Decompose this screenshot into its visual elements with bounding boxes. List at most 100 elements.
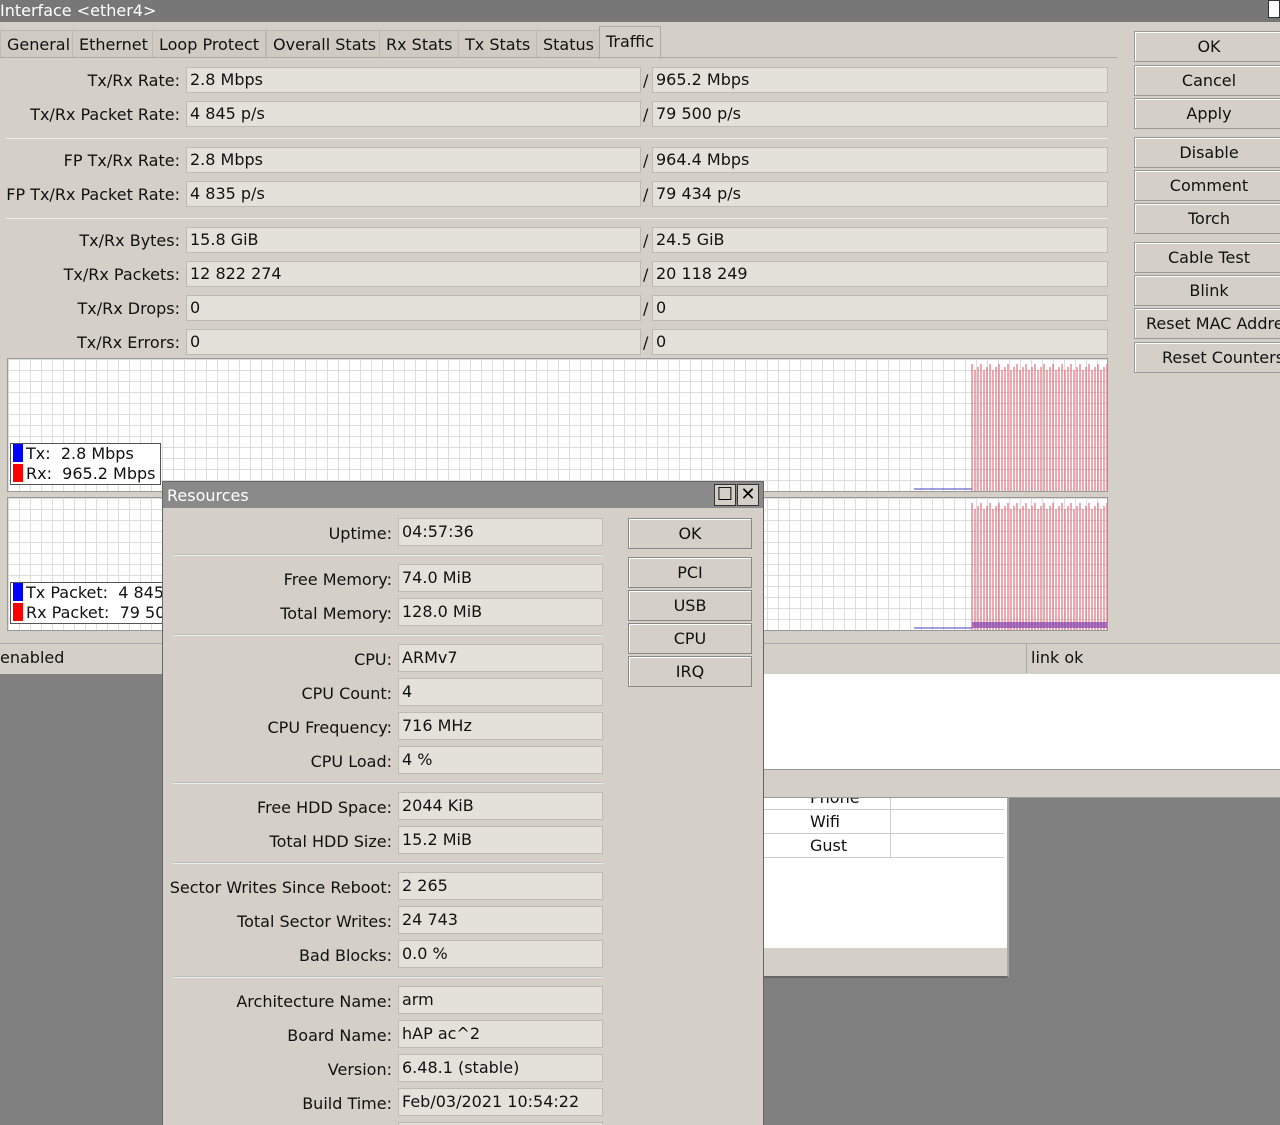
free-memory-field[interactable]: 74.0 MiB — [398, 564, 603, 592]
cpu-load-field[interactable]: 4 % — [398, 746, 603, 774]
irq-button[interactable]: IRQ — [628, 656, 752, 687]
interface-window-titlebar[interactable]: Interface <ether4> — [0, 0, 1280, 22]
tx-errors-field[interactable]: 0 — [186, 329, 641, 355]
traffic-rate-graph: Tx: 2.8 Mbps Rx: 965.2 Mbps — [7, 358, 1108, 492]
cpu-count-label: CPU Count: — [301, 684, 392, 703]
total-memory-field[interactable]: 128.0 MiB — [398, 598, 603, 626]
legend-tx-row: Tx: 2.8 Mbps — [11, 444, 156, 464]
tx-bytes-field[interactable]: 15.8 GiB — [186, 227, 641, 253]
sector-writes-reboot-label: Sector Writes Since Reboot: — [169, 878, 392, 897]
tab-general[interactable]: General — [0, 30, 78, 58]
fp-rx-rate-field[interactable]: 964.4 Mbps — [652, 147, 1108, 173]
pci-button[interactable]: PCI — [628, 557, 752, 588]
rate-graph-legend: Tx: 2.8 Mbps Rx: 965.2 Mbps — [10, 443, 161, 485]
fp-rx-packet-rate-field[interactable]: 79 434 p/s — [652, 181, 1108, 207]
rx-drops-field[interactable]: 0 — [652, 295, 1108, 321]
rx-packets-field[interactable]: 20 118 249 — [652, 261, 1108, 287]
stat-label-drops: Tx/Rx Drops: — [77, 299, 180, 318]
stat-label-errors: Tx/Rx Errors: — [76, 333, 180, 352]
ok-button[interactable]: OK — [1134, 31, 1280, 62]
list-window-footer — [760, 948, 1009, 978]
list-item[interactable]: Wifi — [760, 810, 1004, 834]
section-divider — [173, 976, 603, 978]
build-time-field[interactable]: Feb/03/2021 10:54:22 — [398, 1088, 603, 1116]
bad-blocks-field[interactable]: 0.0 % — [398, 940, 603, 968]
resources-title: Resources — [167, 486, 249, 505]
sector-writes-reboot-field[interactable]: 2 265 — [398, 872, 603, 900]
total-hdd-label: Total HDD Size: — [269, 832, 392, 851]
tab-status[interactable]: Status — [536, 30, 601, 58]
legend-rx-packet-row: Rx Packet: 79 500 — [11, 603, 176, 623]
separator-slash: / — [643, 231, 649, 250]
section-divider — [6, 218, 1108, 219]
section-divider — [6, 138, 1108, 139]
uptime-field[interactable]: 04:57:36 — [398, 518, 603, 546]
cpu-field[interactable]: ARMv7 — [398, 644, 603, 672]
legend-rx-row: Rx: 965.2 Mbps — [11, 464, 156, 484]
legend-tx-value: 2.8 Mbps — [60, 444, 134, 463]
rx-errors-field[interactable]: 0 — [652, 329, 1108, 355]
cpu-load-label: CPU Load: — [310, 752, 392, 771]
cable-test-button[interactable]: Cable Test — [1134, 242, 1280, 273]
resources-window: Resources ☐ ✕ Uptime: 04:57:36 Free Memo… — [162, 481, 764, 1125]
fp-tx-packet-rate-field[interactable]: 4 835 p/s — [186, 181, 641, 207]
close-icon[interactable]: ✕ — [737, 484, 759, 506]
maximize-icon[interactable]: ☐ — [714, 484, 736, 506]
fp-tx-rate-field[interactable]: 2.8 Mbps — [186, 147, 641, 173]
rx-rate-field[interactable]: 965.2 Mbps — [652, 67, 1108, 93]
apply-button[interactable]: Apply — [1134, 98, 1280, 129]
architecture-field[interactable]: arm — [398, 986, 603, 1014]
disable-button[interactable]: Disable — [1134, 137, 1280, 168]
legend-tx-packet-value: 4 845 — [118, 583, 165, 602]
tx-packets-field[interactable]: 12 822 274 — [186, 261, 641, 287]
tab-traffic[interactable]: Traffic — [599, 26, 662, 59]
reset-mac-address-button[interactable]: Reset MAC Address — [1134, 308, 1280, 339]
cancel-button[interactable]: Cancel — [1134, 65, 1280, 96]
cpu-count-field[interactable]: 4 — [398, 678, 603, 706]
free-hdd-field[interactable]: 2044 KiB — [398, 792, 603, 820]
tab-overall-stats[interactable]: Overall Stats — [266, 30, 384, 58]
stat-label-txrx-rate: Tx/Rx Rate: — [87, 71, 180, 90]
tab-rx-stats[interactable]: Rx Stats — [379, 30, 460, 58]
stat-label-packets: Tx/Rx Packets: — [63, 265, 180, 284]
board-name-field[interactable]: hAP ac^2 — [398, 1020, 603, 1048]
list-item[interactable]: Phone — [760, 798, 1004, 810]
packet-graph-legend: Tx Packet: 4 845 Rx Packet: 79 500 — [10, 582, 176, 624]
comment-button[interactable]: Comment — [1134, 170, 1280, 201]
reset-counters-button[interactable]: Reset Counters — [1134, 342, 1280, 373]
cpu-frequency-field[interactable]: 716 MHz — [398, 712, 603, 740]
usb-button[interactable]: USB — [628, 590, 752, 621]
legend-tx-label: Tx: — [26, 444, 51, 463]
tx-packet-rate-field[interactable]: 4 845 p/s — [186, 101, 641, 127]
list-item[interactable]: Gust — [760, 834, 1004, 858]
list-window-toolbar — [760, 770, 1280, 798]
rx-packet-rate-field[interactable]: 79 500 p/s — [652, 101, 1108, 127]
stat-label-bytes: Tx/Rx Bytes: — [79, 231, 180, 250]
free-hdd-label: Free HDD Space: — [257, 798, 392, 817]
resources-titlebar[interactable]: Resources ☐ ✕ — [163, 482, 763, 508]
tx-drops-field[interactable]: 0 — [186, 295, 641, 321]
bad-blocks-label: Bad Blocks: — [298, 946, 392, 965]
section-divider — [173, 862, 603, 864]
torch-button[interactable]: Torch — [1134, 203, 1280, 234]
total-sector-writes-field[interactable]: 24 743 — [398, 906, 603, 934]
blink-button[interactable]: Blink — [1134, 275, 1280, 306]
tx-rate-field[interactable]: 2.8 Mbps — [186, 67, 641, 93]
window-control-icon[interactable] — [1268, 0, 1280, 18]
resources-ok-button[interactable]: OK — [628, 518, 752, 549]
cpu-button[interactable]: CPU — [628, 623, 752, 654]
total-hdd-field[interactable]: 15.2 MiB — [398, 826, 603, 854]
tab-loop-protect[interactable]: Loop Protect — [152, 30, 267, 58]
uptime-label: Uptime: — [328, 524, 392, 543]
status-link: link ok — [1026, 643, 1280, 673]
version-field[interactable]: 6.48.1 (stable) — [398, 1054, 603, 1082]
rx-bytes-field[interactable]: 24.5 GiB — [652, 227, 1108, 253]
section-divider — [173, 554, 603, 556]
separator-slash: / — [643, 105, 649, 124]
list-window-area — [760, 674, 1280, 770]
section-divider — [173, 782, 603, 784]
tab-ethernet[interactable]: Ethernet — [72, 30, 155, 58]
list-item-label: Wifi — [810, 812, 840, 831]
tab-tx-stats[interactable]: Tx Stats — [458, 30, 538, 58]
stat-label-packet-rate: Tx/Rx Packet Rate: — [30, 105, 180, 124]
